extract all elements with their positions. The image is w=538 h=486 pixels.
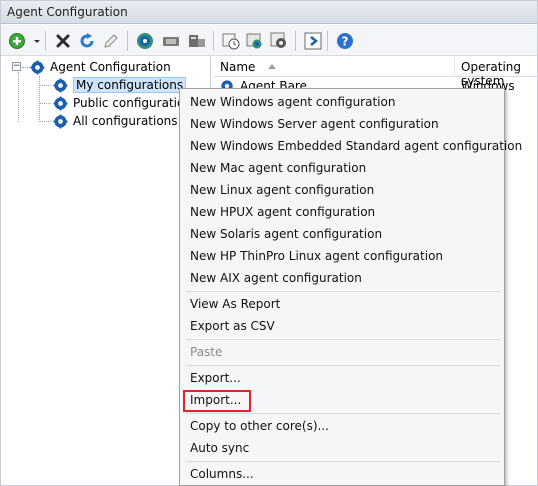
run-icon[interactable] [303, 31, 323, 51]
menu-item-new-mac-agent-configuration[interactable]: New Mac agent configuration [182, 157, 502, 179]
column-header-name[interactable]: Name [214, 57, 455, 77]
menu-item-view-as-report[interactable]: View As Report [182, 293, 502, 315]
tree-collapse-toggle[interactable]: − [12, 62, 21, 71]
toolbar: ? [1, 25, 537, 56]
gear-icon [53, 113, 68, 129]
menu-item-auto-sync[interactable]: Auto sync [182, 437, 502, 459]
menu-item-export-as-csv[interactable]: Export as CSV [182, 315, 502, 337]
device-icon[interactable] [161, 31, 181, 51]
menu-item-new-windows-embedded-agent-configuration[interactable]: New Windows Embedded Standard agent conf… [182, 135, 522, 157]
tree-item-public-configurations[interactable]: Public configurations [53, 94, 198, 112]
menu-item-new-hp-thinpro-linux-agent-configuration[interactable]: New HP ThinPro Linux agent configuration [182, 245, 502, 267]
menu-separator [186, 413, 500, 414]
column-header-operating-system[interactable]: Operating system [455, 57, 537, 88]
import-highlight-box [183, 390, 251, 412]
gear-icon [53, 77, 68, 93]
schedule-icon[interactable] [221, 31, 241, 51]
menu-item-new-windows-agent-configuration[interactable]: New Windows agent configuration [182, 91, 502, 113]
tree-root-label: Agent Configuration [50, 60, 171, 74]
list-header: Name Operating system [214, 57, 537, 88]
column-header-label: Name [220, 60, 256, 74]
delete-icon[interactable] [53, 31, 73, 51]
tree-root-agent-configuration[interactable]: Agent Configuration [30, 58, 171, 76]
menu-item-new-solaris-agent-configuration[interactable]: New Solaris agent configuration [182, 223, 502, 245]
tree-item-my-configurations[interactable]: My configurations [53, 76, 187, 94]
agent-configuration-window: Agent Configuration ? − Agent Configurat… [0, 0, 538, 486]
menu-separator [186, 291, 500, 292]
add-icon[interactable] [7, 31, 27, 51]
tree-item-label: My configurations [73, 77, 187, 93]
menu-separator [186, 365, 500, 366]
menu-item-export[interactable]: Export... [182, 367, 502, 389]
menu-item-new-linux-agent-configuration[interactable]: New Linux agent configuration [182, 179, 502, 201]
tree-item-all-configurations[interactable]: All configurations [53, 112, 178, 130]
gear-icon [53, 95, 68, 111]
hardware-icon[interactable] [187, 31, 207, 51]
menu-item-paste[interactable]: Paste [182, 341, 502, 363]
tree-item-label: All configurations [73, 114, 178, 128]
menu-item-copy-to-other-cores[interactable]: Copy to other core(s)... [182, 415, 502, 437]
gear-icon [30, 59, 45, 75]
deploy-icon[interactable] [245, 31, 265, 51]
menu-item-new-hpux-agent-configuration[interactable]: New HPUX agent configuration [182, 201, 502, 223]
menu-separator [186, 339, 500, 340]
sort-ascending-icon [268, 64, 276, 69]
menu-item-new-aix-agent-configuration[interactable]: New AIX agent configuration [182, 267, 502, 289]
settings-gear-icon[interactable] [135, 31, 155, 51]
svg-text:?: ? [342, 35, 349, 49]
dropdown-arrow-icon[interactable] [27, 31, 40, 51]
refresh-icon[interactable] [77, 31, 97, 51]
context-menu: New Windows agent configuration New Wind… [179, 88, 522, 486]
menu-separator [186, 461, 500, 462]
menu-item-new-windows-server-agent-configuration[interactable]: New Windows Server agent configuration [182, 113, 502, 135]
menu-item-columns[interactable]: Columns... [182, 463, 502, 485]
edit-icon[interactable] [101, 31, 121, 51]
config-gear-icon[interactable] [269, 31, 289, 51]
window-title: Agent Configuration [1, 1, 537, 24]
help-icon[interactable]: ? [335, 31, 355, 51]
